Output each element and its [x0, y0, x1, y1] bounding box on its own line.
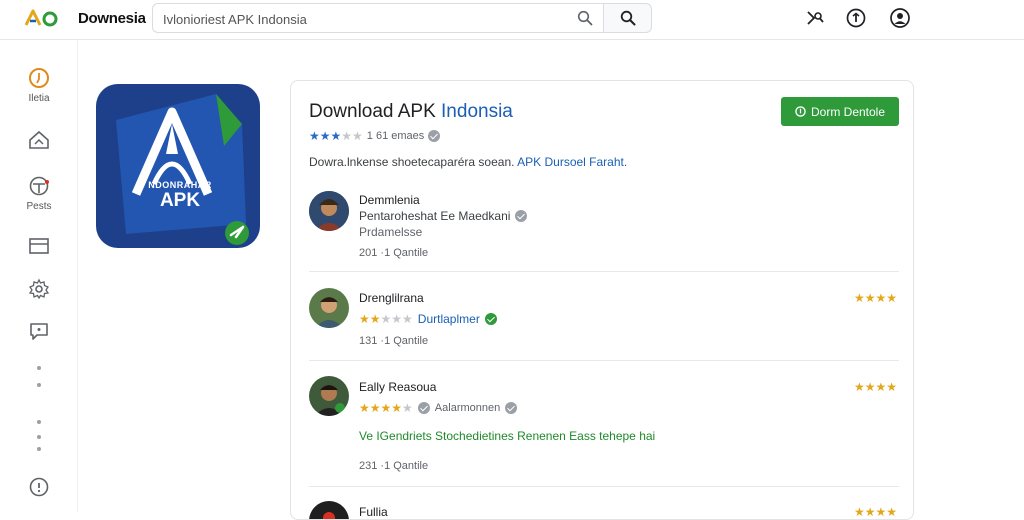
apps-icon [29, 130, 49, 149]
app-icon[interactable]: NDONRAHAR APK [96, 84, 260, 248]
info-icon [505, 402, 518, 414]
app-icon-text: APK [159, 190, 201, 211]
rail-item-chat[interactable] [0, 319, 78, 343]
rail-item-label: Iletia [28, 93, 50, 104]
review-line: Prdamelsse [359, 225, 423, 239]
divider [309, 360, 899, 361]
review-meta: 231 ·1 Qantile [359, 460, 429, 472]
search-input[interactable] [163, 9, 563, 29]
review-meta: 201 ·1 Qantile [359, 247, 429, 259]
review-line: ★★★★★ Aalarmonnen [359, 401, 518, 415]
info-icon[interactable] [845, 7, 867, 29]
chat-icon [30, 323, 48, 340]
top-bar: Downesia [0, 0, 1024, 40]
review-author: Demmlenia [359, 193, 420, 207]
avatar-person-icon [309, 191, 349, 231]
divider [309, 486, 899, 487]
review-body: Ve IGendriets Stochedietines Renenen Eas… [359, 429, 656, 443]
window-icon [29, 238, 49, 254]
rail-dot [37, 383, 41, 387]
info-icon [417, 402, 430, 414]
home-icon [29, 68, 49, 88]
rail-dot [37, 420, 41, 424]
rail-item-help[interactable] [0, 476, 78, 498]
description-link[interactable]: APK Dursoel Faraht. [517, 155, 627, 169]
avatar[interactable] [309, 376, 349, 416]
rail-item-home[interactable]: Iletia [0, 66, 78, 104]
avatar-person-icon [309, 376, 349, 416]
review-author: Fullia [359, 505, 388, 519]
rail-dot [37, 435, 41, 439]
review-stars: ★★★★ [853, 380, 897, 394]
download-button[interactable]: Dorm Dentole [781, 97, 899, 126]
rating-row: ★★★★★ 1 61 emaes [309, 129, 441, 143]
info-icon[interactable] [428, 130, 441, 142]
settings-icon [28, 278, 50, 300]
rating-count: 1 61 emaes [366, 130, 425, 142]
rail-item-games[interactable]: Pests [0, 174, 78, 212]
rating-stars: ★★★★★ [309, 129, 363, 143]
left-rail: Iletia Pests [0, 40, 78, 512]
avatar-person-icon [309, 288, 349, 328]
search-icon[interactable] [577, 10, 593, 26]
search-box[interactable] [152, 3, 604, 33]
verified-icon [484, 313, 497, 325]
app-icon-subtext: NDONRAHAR [148, 180, 212, 190]
review-author: Drenglilrana [359, 291, 424, 305]
avatar[interactable] [309, 191, 349, 231]
divider [309, 271, 899, 272]
review-rating-stars: ★★★★★ [359, 312, 413, 326]
help-icon [29, 477, 49, 497]
avatar-person-icon [309, 501, 349, 519]
app-detail-card: Download APK Indonsia ★★★★★ 1 61 emaes D… [290, 80, 914, 520]
avatar[interactable] [309, 288, 349, 328]
rail-item-window[interactable] [0, 234, 78, 258]
app-description: Dowra.lnkense shoetecaparéra soean. APK … [309, 155, 628, 169]
rail-dot [37, 447, 41, 451]
review-stars: ★★★★ [853, 505, 897, 519]
search-button[interactable] [604, 3, 652, 33]
logo-icon[interactable] [24, 8, 60, 28]
review-line: Pentaroheshat Ee Maedkani [359, 209, 528, 223]
brand-name[interactable]: Downesia [78, 10, 146, 27]
rail-item-settings[interactable] [0, 277, 78, 301]
apk-logo-icon [116, 94, 249, 245]
games-icon [29, 176, 49, 196]
review-rating-stars: ★★★★★ [359, 401, 413, 415]
app-title: Download APK Indonsia [309, 101, 513, 122]
review-line: ★★★★★ Durtlaplmer [359, 312, 497, 326]
review-author: Eally Reasoua [359, 380, 437, 394]
info-icon [515, 210, 528, 222]
rail-item-apps[interactable] [0, 128, 78, 152]
review-meta: 131 ·1 Qantile [359, 335, 429, 347]
search-icon [620, 10, 636, 26]
avatar[interactable] [309, 501, 349, 519]
rail-dot [37, 366, 41, 370]
download-icon [795, 106, 806, 117]
review-stars: ★★★★ [853, 291, 897, 305]
rail-item-label: Pests [26, 201, 52, 212]
share-icon[interactable] [804, 7, 826, 29]
account-icon[interactable] [889, 7, 911, 29]
